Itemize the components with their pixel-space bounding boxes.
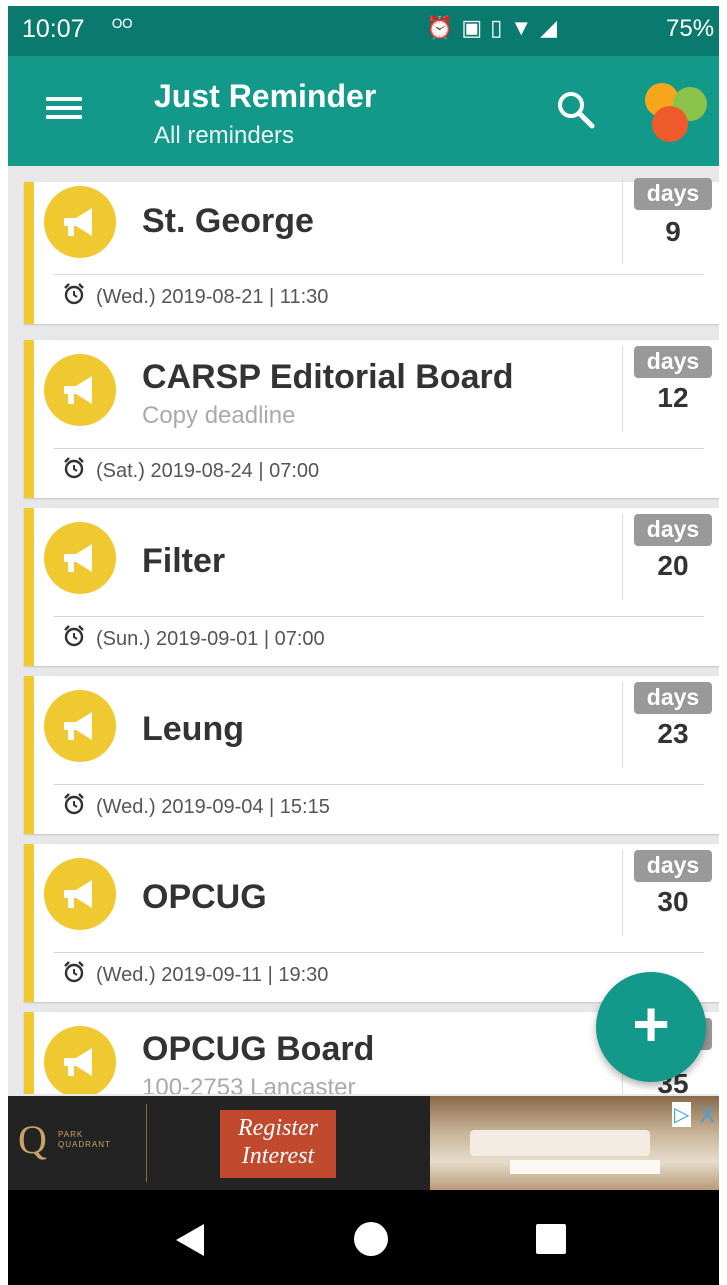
recents-square-icon[interactable] — [536, 1224, 566, 1254]
days-count: 9 — [665, 216, 681, 247]
app-subtitle: All reminders — [154, 122, 295, 149]
alarm-clock-icon — [62, 960, 86, 989]
divider — [622, 178, 623, 264]
advertiser-logo-text: PARK QUADRANT — [58, 1130, 111, 1149]
reminder-card[interactable]: Leung days 23 (Wed.) 2019-09-04 | 15:15 — [24, 676, 719, 834]
alarm-clock-icon — [62, 282, 86, 311]
voicemail-icon: ᴼᴼ — [112, 16, 133, 38]
app-frame: 10:07 ᴼᴼ ⏰▣▯▼◢ 75% Just Reminder All rem… — [8, 6, 719, 1285]
divider — [54, 274, 704, 275]
alarm-clock-icon — [62, 624, 86, 653]
days-count: 20 — [657, 550, 689, 581]
alarm-clock-icon — [62, 456, 86, 485]
reminder-datetime: (Wed.) 2019-09-11 | 19:30 — [96, 964, 329, 986]
battery-level: 75% — [666, 15, 715, 42]
days-count: 12 — [657, 382, 689, 413]
register-interest-button[interactable]: Register Interest — [220, 1110, 336, 1178]
advertiser-logo-mark: Q — [18, 1117, 47, 1162]
divider — [54, 448, 704, 449]
reminder-datetime: (Wed.) 2019-08-21 | 11:30 — [96, 286, 329, 308]
back-triangle-icon[interactable] — [176, 1224, 204, 1256]
reminder-datetime: (Wed.) 2019-09-04 | 15:15 — [96, 796, 330, 818]
megaphone-icon — [44, 522, 116, 594]
reminder-title: OPCUG — [142, 878, 267, 916]
days-label: days — [634, 682, 712, 714]
days-label: days — [634, 514, 712, 546]
divider — [54, 784, 704, 785]
app-title: Just Reminder — [154, 78, 377, 114]
ad-banner[interactable]: Q PARK QUADRANT Register Interest ▷ X — [8, 1096, 719, 1190]
divider — [146, 1104, 147, 1182]
system-nav-bar — [8, 1190, 719, 1285]
home-circle-icon[interactable] — [354, 1222, 388, 1256]
plus-icon: + — [632, 988, 670, 1060]
status-bar: 10:07 ᴼᴼ ⏰▣▯▼◢ 75% — [8, 6, 719, 56]
days-label: days — [634, 346, 712, 378]
divider — [622, 514, 623, 600]
cast-icon: ▣ — [461, 15, 491, 40]
megaphone-icon — [44, 1026, 116, 1094]
signal-icon: ◢ — [540, 15, 566, 40]
search-icon[interactable] — [554, 88, 598, 132]
days-label: days — [634, 850, 712, 882]
days-label: days — [634, 178, 712, 210]
divider — [54, 616, 704, 617]
megaphone-icon — [44, 690, 116, 762]
reminder-datetime: (Sat.) 2019-08-24 | 07:00 — [96, 460, 320, 482]
reminder-title: Filter — [142, 542, 226, 580]
reminder-datetime: (Sun.) 2019-09-01 | 07:00 — [96, 628, 325, 650]
hamburger-menu-icon[interactable] — [46, 92, 82, 128]
megaphone-icon — [44, 186, 116, 258]
megaphone-icon — [44, 354, 116, 426]
days-count: 23 — [657, 718, 689, 749]
status-icons: ⏰▣▯▼◢ — [426, 15, 565, 41]
vibrate-icon: ▯ — [490, 15, 511, 40]
app-logo-icon[interactable] — [640, 80, 712, 146]
advertiser-logo: Q PARK QUADRANT — [18, 1112, 128, 1174]
reminder-title: CARSP Editorial Board — [142, 358, 514, 396]
reminder-card[interactable]: Filter days 20 (Sun.) 2019-09-01 | 07:00 — [24, 508, 719, 666]
divider — [622, 346, 623, 432]
divider — [622, 682, 623, 768]
divider — [622, 850, 623, 936]
reminder-title: St. George — [142, 202, 314, 240]
status-time: 10:07 — [22, 15, 85, 43]
alarm-icon: ⏰ — [426, 15, 462, 40]
reminder-title: OPCUG Board — [142, 1030, 375, 1068]
alarm-clock-icon — [62, 792, 86, 821]
reminder-card[interactable]: CARSP Editorial Board Copy deadline days… — [24, 340, 719, 498]
app-bar: Just Reminder All reminders — [8, 56, 719, 166]
reminder-title: Leung — [142, 710, 244, 748]
add-reminder-button[interactable]: + — [596, 972, 706, 1082]
reminder-subtitle: 100-2753 Lancaster — [142, 1074, 356, 1094]
wifi-icon: ▼ — [510, 15, 541, 40]
reminder-subtitle: Copy deadline — [142, 402, 296, 429]
reminder-card[interactable]: St. George days 9 (Wed.) 2019-08-21 | 11… — [24, 178, 719, 324]
megaphone-icon — [44, 858, 116, 930]
days-count: 30 — [657, 886, 689, 917]
adchoices-icon[interactable]: ▷ — [672, 1102, 692, 1127]
ad-close-icon[interactable]: X — [700, 1102, 715, 1128]
divider — [54, 952, 704, 953]
reminder-list: St. George days 9 (Wed.) 2019-08-21 | 11… — [8, 166, 719, 1094]
